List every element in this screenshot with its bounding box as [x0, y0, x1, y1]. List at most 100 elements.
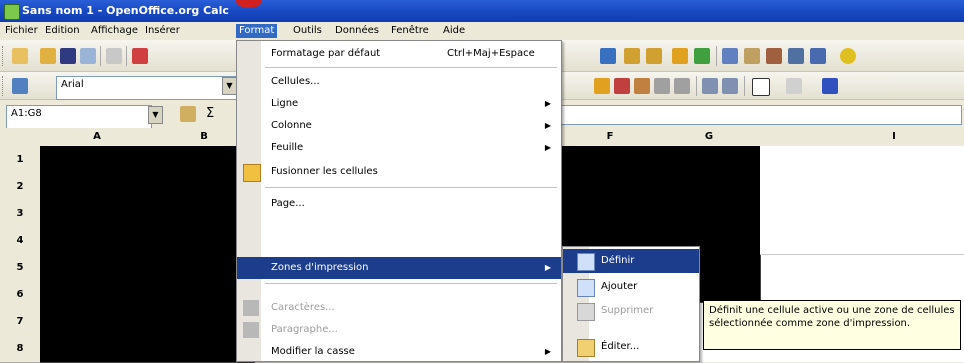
characters-icon: [243, 300, 259, 316]
name-box[interactable]: A1:G8: [6, 105, 152, 129]
menu-item-page[interactable]: Page...: [237, 193, 561, 215]
column-header[interactable]: I: [824, 128, 964, 147]
cell[interactable]: [824, 146, 964, 201]
delete-decimal-icon[interactable]: [674, 78, 690, 94]
new-icon[interactable]: [12, 48, 28, 64]
menu-item-label: Cellules...: [271, 76, 320, 87]
menu-edition[interactable]: Edition: [42, 24, 83, 38]
increase-indent-icon[interactable]: [722, 78, 738, 94]
column-header[interactable]: A: [40, 128, 155, 147]
export-pdf-icon[interactable]: [132, 48, 148, 64]
column-header[interactable]: G: [658, 128, 761, 147]
autosum-icon[interactable]: Σ: [206, 106, 214, 121]
menu-item-cellules[interactable]: Cellules...: [237, 71, 561, 93]
row-header[interactable]: 7: [0, 308, 41, 336]
menu-item-colonne[interactable]: Colonne ▶: [237, 115, 561, 137]
sort-descending-icon[interactable]: [646, 48, 662, 64]
menu-fichier[interactable]: Fichier: [2, 24, 41, 38]
menu-item-label: Formatage par défaut: [271, 48, 381, 59]
save-icon[interactable]: [60, 48, 76, 64]
open-icon[interactable]: [40, 48, 56, 64]
standard-format-icon[interactable]: [634, 78, 650, 94]
menu-affichage[interactable]: Affichage: [88, 24, 141, 38]
menu-item-change-case[interactable]: Modifier la casse ▶: [237, 341, 561, 363]
menubar: Fichier Edition Affichage Insérer Format…: [0, 22, 964, 40]
navigator-icon[interactable]: [744, 48, 760, 64]
row-header[interactable]: 6: [0, 281, 41, 309]
mail-icon[interactable]: [80, 48, 96, 64]
menu-fenetre[interactable]: Fenêtre: [388, 24, 432, 38]
font-dropdown-icon[interactable]: ▼: [222, 77, 237, 95]
currency-icon[interactable]: [594, 78, 610, 94]
submenu-item-label: Définir: [601, 255, 635, 266]
selected-range-col-g-lower[interactable]: [700, 246, 761, 303]
add-decimal-icon[interactable]: [654, 78, 670, 94]
toolbar-grip[interactable]: [2, 46, 6, 66]
submenu-arrow-icon: ▶: [544, 347, 551, 356]
column-header[interactable]: F: [562, 128, 659, 147]
menu-aide[interactable]: Aide: [440, 24, 468, 38]
menu-outils[interactable]: Outils: [290, 24, 325, 38]
submenu-item-delete[interactable]: Supprimer: [563, 299, 699, 323]
menu-item-label: Page...: [271, 198, 305, 209]
menu-item-label: Modifier la casse: [271, 346, 355, 357]
cell[interactable]: [760, 200, 825, 255]
menu-item-print-ranges[interactable]: Zones d'impression ▶: [237, 257, 561, 279]
cell[interactable]: [760, 146, 825, 201]
row-header[interactable]: 5: [0, 254, 41, 282]
menu-item-feuille[interactable]: Feuille ▶: [237, 137, 561, 159]
menu-item-characters[interactable]: Caractères...: [237, 297, 561, 319]
sort-ascending-icon[interactable]: [624, 48, 640, 64]
name-box-dropdown-icon[interactable]: ▼: [148, 106, 163, 124]
edit-file-icon[interactable]: [106, 48, 122, 64]
selected-range-col-g[interactable]: [658, 146, 761, 247]
menu-inserer[interactable]: Insérer: [142, 24, 183, 38]
submenu-arrow-icon: ▶: [544, 143, 551, 152]
corner-cell[interactable]: [0, 128, 41, 147]
background-color-icon[interactable]: [786, 78, 802, 94]
menu-item-shortcut: Ctrl+Maj+Espace: [447, 48, 535, 59]
zoom-icon[interactable]: [810, 48, 826, 64]
row-header[interactable]: 8: [0, 335, 41, 363]
datasource-icon[interactable]: [788, 48, 804, 64]
submenu-item-define[interactable]: Définir: [563, 249, 699, 273]
submenu-item-add[interactable]: Ajouter: [563, 275, 699, 299]
tooltip: Définit une cellule active ou une zone d…: [703, 300, 961, 350]
font-name-input[interactable]: Arial: [56, 76, 246, 100]
toolbar-separator: [100, 46, 101, 66]
function-wizard-icon[interactable]: [180, 106, 196, 122]
menu-format[interactable]: Format: [236, 24, 278, 38]
title-bar: Sans nom 1 - OpenOffice.org Calc: [0, 0, 964, 22]
row-header[interactable]: 2: [0, 173, 41, 201]
menu-separator: [265, 283, 557, 284]
column-header[interactable]: [760, 128, 825, 147]
menu-item-label: Paragraphe...: [271, 324, 338, 335]
selected-range-col-f[interactable]: [562, 146, 659, 247]
percent-icon[interactable]: [614, 78, 630, 94]
styles-icon[interactable]: [12, 78, 28, 94]
menu-separator: [265, 67, 557, 68]
menu-item-merge-cells[interactable]: Fusionner les cellules: [237, 161, 561, 183]
spellcheck-icon[interactable]: [600, 48, 616, 64]
borders-icon[interactable]: [752, 78, 770, 96]
help-icon[interactable]: [840, 48, 856, 64]
chart-icon[interactable]: [672, 48, 688, 64]
row-header[interactable]: 4: [0, 227, 41, 255]
row-header[interactable]: 3: [0, 200, 41, 228]
cell[interactable]: [824, 200, 964, 255]
gallery-icon[interactable]: [766, 48, 782, 64]
formula-input[interactable]: [556, 105, 962, 125]
menu-item-paragraph[interactable]: Paragraphe...: [237, 319, 561, 341]
selected-range-col-a[interactable]: [40, 146, 155, 363]
decrease-indent-icon[interactable]: [702, 78, 718, 94]
submenu-item-edit[interactable]: Éditer...: [563, 335, 699, 359]
toolbar-grip[interactable]: [2, 76, 6, 96]
find-icon[interactable]: [722, 48, 738, 64]
font-color-icon[interactable]: [822, 78, 838, 94]
menu-item-ligne[interactable]: Ligne ▶: [237, 93, 561, 115]
row-header[interactable]: 1: [0, 146, 41, 174]
check-icon[interactable]: [694, 48, 710, 64]
menu-donnees[interactable]: Données: [332, 24, 382, 38]
menu-item-default-formatting[interactable]: Formatage par défaut Ctrl+Maj+Espace: [237, 43, 561, 65]
menu-item-label: Ligne: [271, 98, 299, 109]
